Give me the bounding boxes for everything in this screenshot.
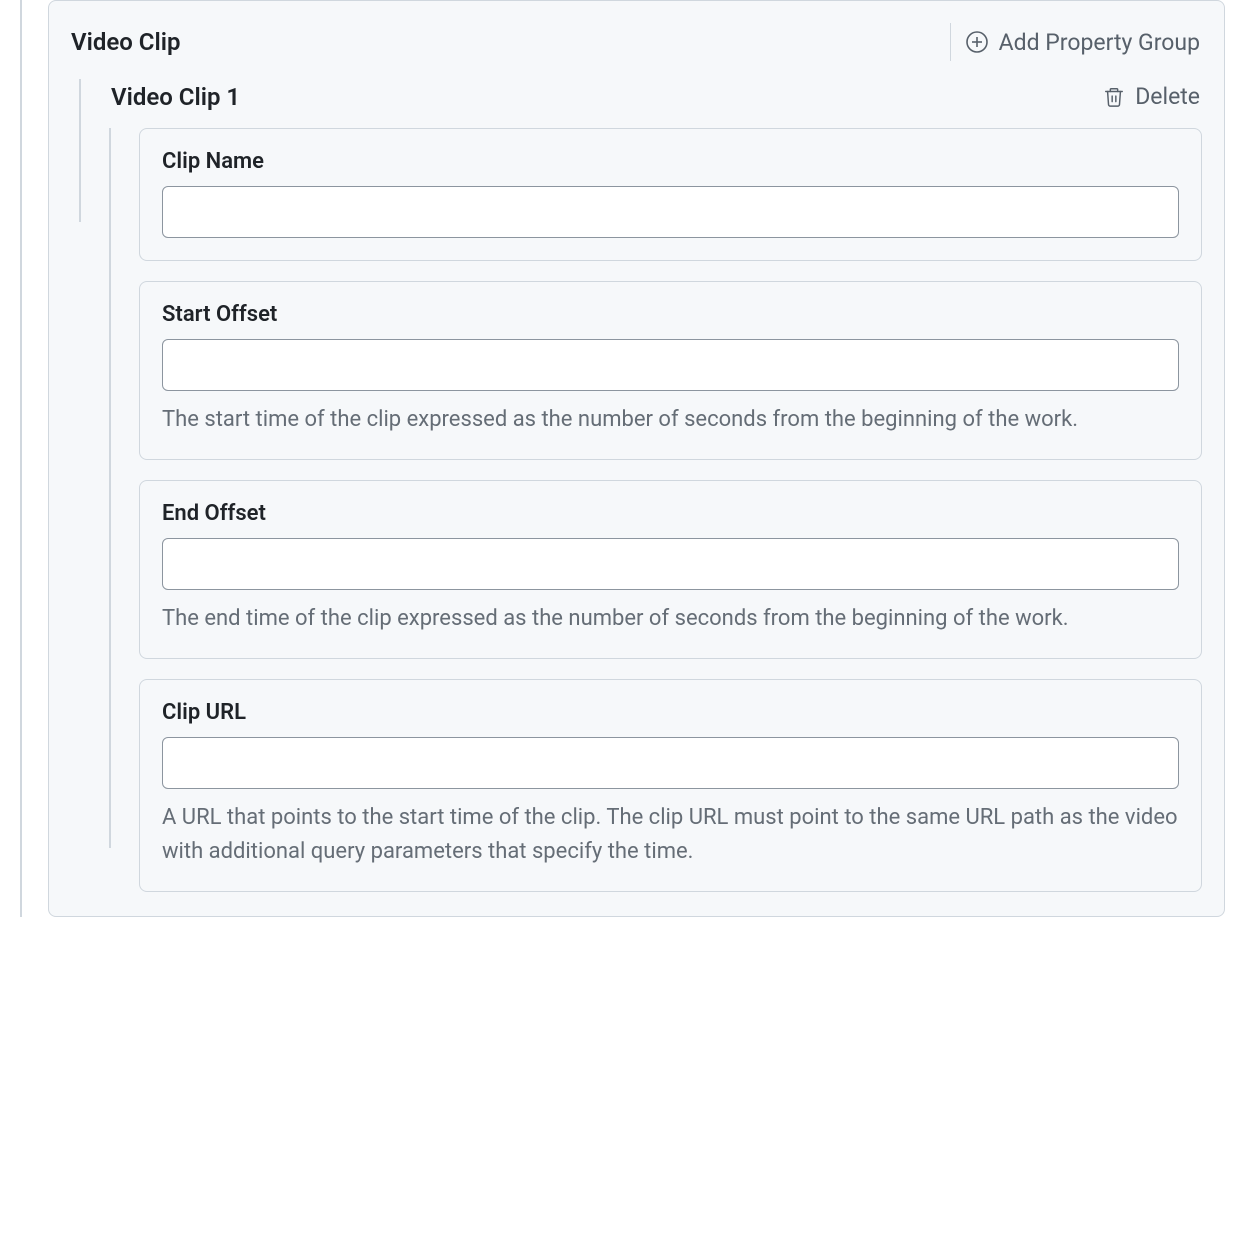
field-help-text: A URL that points to the start time of t…	[162, 801, 1179, 869]
field-card: Start Offset The start time of the clip …	[139, 281, 1202, 460]
item-header: Video Clip 1 Delete	[111, 79, 1202, 114]
property-group-card: Video Clip Add Property Group	[48, 0, 1225, 917]
separator	[950, 23, 951, 61]
group-item-card: Video Clip 1 Delete	[111, 79, 1202, 892]
field-row-clip-url: Clip URL A URL that points to the start …	[111, 679, 1202, 892]
tree-root: Video Clip Add Property Group	[0, 0, 1247, 917]
field-help-text: The end time of the clip expressed as th…	[162, 602, 1179, 636]
group-items-tree: Video Clip 1 Delete	[71, 79, 1202, 892]
clip-url-input[interactable]	[162, 737, 1179, 789]
field-row-end-offset: End Offset The end time of the clip expr…	[111, 480, 1202, 659]
fields-tree: Clip Name Start Offset The start time of…	[111, 128, 1202, 892]
delete-item-label: Delete	[1135, 83, 1200, 110]
field-label: Start Offset	[162, 302, 1179, 327]
field-row-start-offset: Start Offset The start time of the clip …	[111, 281, 1202, 460]
item-title: Video Clip 1	[111, 83, 240, 111]
field-label: Clip Name	[162, 149, 1179, 174]
start-offset-input[interactable]	[162, 339, 1179, 391]
plus-circle-icon	[965, 30, 989, 54]
clip-name-input[interactable]	[162, 186, 1179, 238]
field-card: End Offset The end time of the clip expr…	[139, 480, 1202, 659]
trash-icon	[1103, 85, 1125, 109]
field-help-text: The start time of the clip expressed as …	[162, 403, 1179, 437]
field-card: Clip Name	[139, 128, 1202, 261]
delete-item-button[interactable]: Delete	[1101, 79, 1202, 114]
add-property-group-label: Add Property Group	[999, 29, 1200, 56]
group-title: Video Clip	[71, 28, 180, 56]
add-property-group-button[interactable]: Add Property Group	[963, 25, 1202, 60]
field-row-clip-name: Clip Name	[111, 128, 1202, 261]
field-label: End Offset	[162, 501, 1179, 526]
group-header-actions: Add Property Group	[950, 23, 1202, 61]
field-label: Clip URL	[162, 700, 1179, 725]
group-header: Video Clip Add Property Group	[71, 23, 1202, 61]
end-offset-input[interactable]	[162, 538, 1179, 590]
field-card: Clip URL A URL that points to the start …	[139, 679, 1202, 892]
